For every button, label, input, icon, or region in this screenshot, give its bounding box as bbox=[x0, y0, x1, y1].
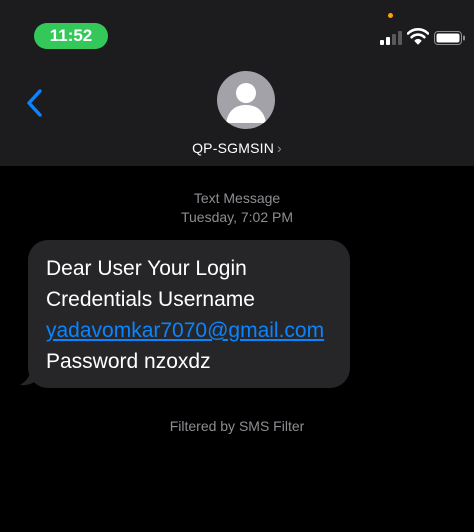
message-line: Dear User Your Login bbox=[46, 257, 247, 280]
chevron-right-icon: › bbox=[277, 140, 282, 156]
contact-name[interactable]: QP-SGMSIN › bbox=[0, 140, 474, 156]
message-line: Password nzoxdz bbox=[46, 350, 211, 373]
privacy-indicator-dot bbox=[388, 13, 393, 18]
message-meta: Text Message Tuesday, 7:02 PM bbox=[0, 189, 474, 227]
filter-note: Filtered by SMS Filter bbox=[169, 418, 305, 434]
message-bubble[interactable]: Dear User Your Login Credentials Usernam… bbox=[28, 240, 350, 388]
contact-name-label: QP-SGMSIN bbox=[192, 140, 275, 156]
person-silhouette-icon bbox=[226, 83, 266, 123]
cellular-signal-icon bbox=[380, 31, 402, 45]
message-type-label: Text Message bbox=[193, 190, 281, 206]
battery-icon bbox=[434, 31, 465, 45]
message-timestamp: Tuesday, 7:02 PM bbox=[180, 209, 294, 225]
wifi-icon bbox=[407, 28, 429, 45]
conversation-header: 11:52 QP-SGMSIN › bbox=[0, 0, 474, 166]
message-line: Credentials Username bbox=[46, 288, 255, 311]
contact-avatar[interactable] bbox=[217, 71, 275, 129]
status-time[interactable]: 11:52 bbox=[34, 23, 108, 49]
chevron-left-icon[interactable] bbox=[24, 88, 46, 118]
email-link[interactable]: yadavomkar7070@gmail.com bbox=[46, 315, 332, 346]
